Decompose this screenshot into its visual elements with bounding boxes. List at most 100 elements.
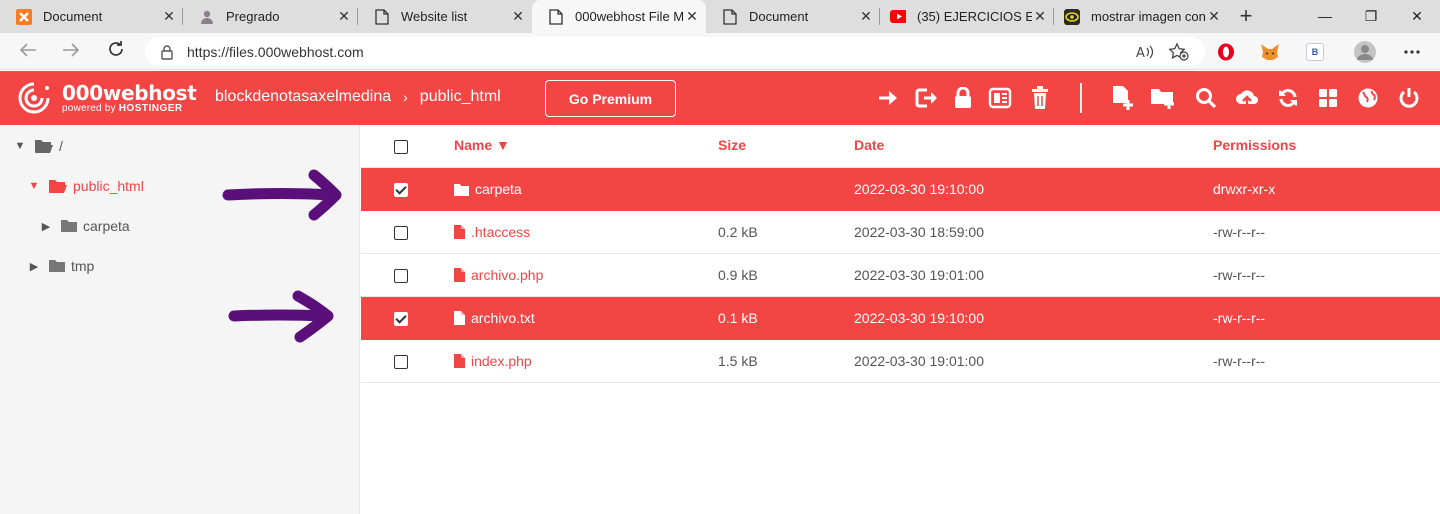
tab-title: Website list — [401, 9, 468, 24]
tree-root[interactable]: ▼ / — [14, 136, 63, 156]
file-name-cell[interactable]: archivo.txt — [454, 310, 535, 326]
metamask-extension[interactable] — [1258, 40, 1282, 64]
back-button[interactable] — [15, 39, 41, 65]
reload-button[interactable] — [103, 39, 129, 65]
000webhost-logo[interactable]: 000webhost powered by HOSTINGER — [14, 80, 197, 116]
tab-title: Document — [43, 9, 103, 24]
file-name-cell[interactable]: carpeta — [454, 181, 522, 197]
search-icon — [1196, 88, 1217, 109]
rename-button[interactable] — [914, 85, 940, 111]
table-row[interactable]: archivo.txt 0.1 kB 2022-03-30 19:10:00 -… — [361, 297, 1440, 340]
grid-view-button[interactable] — [1315, 85, 1341, 111]
file-name-cell[interactable]: .htaccess — [454, 224, 530, 240]
tab-document-xampp[interactable]: Document ✕ — [0, 0, 183, 33]
table-row[interactable]: archivo.php 0.9 kB 2022-03-30 19:01:00 -… — [361, 254, 1440, 297]
tab-document[interactable]: Document ✕ — [706, 0, 880, 33]
power-icon — [1399, 88, 1419, 108]
page-icon — [374, 8, 390, 25]
address-bar[interactable]: https://files.000webhost.com — [145, 37, 1205, 66]
table-row[interactable]: carpeta 2022-03-30 19:10:00 drwxr-xr-x — [361, 168, 1440, 211]
column-date[interactable]: Date — [854, 137, 884, 153]
tab-website-list[interactable]: Website list ✕ — [358, 0, 532, 33]
tree-item-public-html[interactable]: ▼ public_html — [28, 176, 144, 196]
file-permissions[interactable]: drwxr-xr-x — [1213, 181, 1275, 197]
file-name-cell[interactable]: index.php — [454, 353, 532, 369]
settings-menu-button[interactable] — [1400, 40, 1424, 64]
breadcrumb-site[interactable]: blockdenotasaxelmedina — [215, 88, 391, 106]
breadcrumb-folder[interactable]: public_html — [420, 88, 501, 106]
tab-youtube[interactable]: (35) EJERCICIOS EN ✕ — [880, 0, 1054, 33]
row-checkbox[interactable] — [394, 183, 408, 197]
table-header: Name ▼ Size Date Permissions — [361, 125, 1440, 168]
file-permissions[interactable]: -rw-r--r-- — [1213, 310, 1265, 326]
table-row[interactable]: index.php 1.5 kB 2022-03-30 19:01:00 -rw… — [361, 340, 1440, 383]
chevron-right-icon[interactable]: ▶ — [40, 220, 52, 233]
forward-button[interactable] — [58, 39, 84, 65]
bookmark-extension[interactable]: B — [1303, 40, 1327, 64]
chevron-right-icon[interactable]: ▶ — [28, 260, 40, 273]
tab-close-icon[interactable]: ✕ — [858, 8, 874, 25]
tab-close-icon[interactable]: ✕ — [684, 8, 700, 25]
new-folder-button[interactable] — [1150, 85, 1176, 111]
favorites-button[interactable] — [1167, 40, 1191, 64]
toolbar-divider — [1080, 83, 1082, 113]
row-checkbox[interactable] — [394, 269, 408, 283]
chevron-down-icon[interactable]: ▼ — [28, 180, 40, 192]
profile-button[interactable] — [1353, 40, 1377, 64]
page-icon — [548, 8, 564, 25]
file-date: 2022-03-30 19:01:00 — [854, 267, 984, 283]
user-avatar-icon — [199, 9, 215, 25]
file-permissions[interactable]: -rw-r--r-- — [1213, 267, 1265, 283]
go-premium-button[interactable]: Go Premium — [545, 80, 676, 117]
new-file-button[interactable] — [1110, 85, 1136, 111]
fox-icon — [1261, 44, 1279, 60]
file-name: .htaccess — [471, 224, 531, 240]
tab-close-icon[interactable]: ✕ — [1206, 8, 1222, 25]
forward-arrow-icon — [63, 43, 80, 57]
move-button[interactable] — [876, 85, 902, 111]
logout-button[interactable] — [1396, 85, 1422, 111]
tab-close-icon[interactable]: ✕ — [510, 8, 526, 25]
tree-item-tmp[interactable]: ▶ tmp — [28, 256, 95, 276]
select-all-checkbox[interactable] — [394, 140, 408, 154]
row-checkbox[interactable] — [394, 226, 408, 240]
column-name[interactable]: Name ▼ — [454, 137, 510, 153]
tab-close-icon[interactable]: ✕ — [1032, 8, 1048, 25]
archive-button[interactable] — [987, 85, 1013, 111]
file-permissions[interactable]: -rw-r--r-- — [1213, 353, 1265, 369]
minimize-button[interactable]: — — [1302, 0, 1348, 33]
annotation-arrow-icon — [222, 169, 342, 221]
restore-button[interactable]: ❐ — [1348, 0, 1394, 33]
browser-tab-strip: Document ✕ Pregrado ✕ Website list ✕ 000… — [0, 0, 1440, 33]
file-permissions[interactable]: -rw-r--r-- — [1213, 224, 1265, 240]
close-window-button[interactable]: ✕ — [1394, 0, 1440, 33]
table-row[interactable]: .htaccess 0.2 kB 2022-03-30 18:59:00 -rw… — [361, 211, 1440, 254]
column-size[interactable]: Size — [718, 137, 746, 153]
row-checkbox[interactable] — [394, 355, 408, 369]
tree-item-carpeta[interactable]: ▶ carpeta — [40, 216, 130, 236]
chevron-down-icon[interactable]: ▼ — [14, 140, 26, 152]
read-aloud-button[interactable]: A — [1133, 40, 1157, 64]
move-icon — [879, 91, 897, 105]
refresh-button[interactable] — [1275, 85, 1301, 111]
delete-button[interactable] — [1027, 85, 1053, 111]
column-permissions[interactable]: Permissions — [1213, 137, 1296, 153]
tab-000webhost-file-manager[interactable]: 000webhost File Ma ✕ — [532, 0, 706, 33]
folder-open-icon — [34, 138, 54, 154]
tab-pregrado[interactable]: Pregrado ✕ — [183, 0, 358, 33]
back-arrow-icon — [19, 43, 36, 57]
upload-button[interactable] — [1234, 85, 1260, 111]
search-button[interactable] — [1193, 85, 1219, 111]
globe-button[interactable] — [1355, 85, 1381, 111]
tab-close-icon[interactable]: ✕ — [161, 8, 177, 25]
opera-icon — [1218, 43, 1234, 61]
new-tab-button[interactable]: + — [1233, 4, 1259, 30]
file-size: 0.9 kB — [718, 267, 758, 283]
tab-close-icon[interactable]: ✕ — [336, 8, 352, 25]
file-name-cell[interactable]: archivo.php — [454, 267, 543, 283]
upload-icon — [1236, 90, 1258, 108]
row-checkbox[interactable] — [394, 312, 408, 326]
opera-extension[interactable] — [1214, 40, 1238, 64]
tab-mostrar-imagen[interactable]: mostrar imagen con ✕ — [1054, 0, 1228, 33]
permissions-button[interactable] — [950, 85, 976, 111]
